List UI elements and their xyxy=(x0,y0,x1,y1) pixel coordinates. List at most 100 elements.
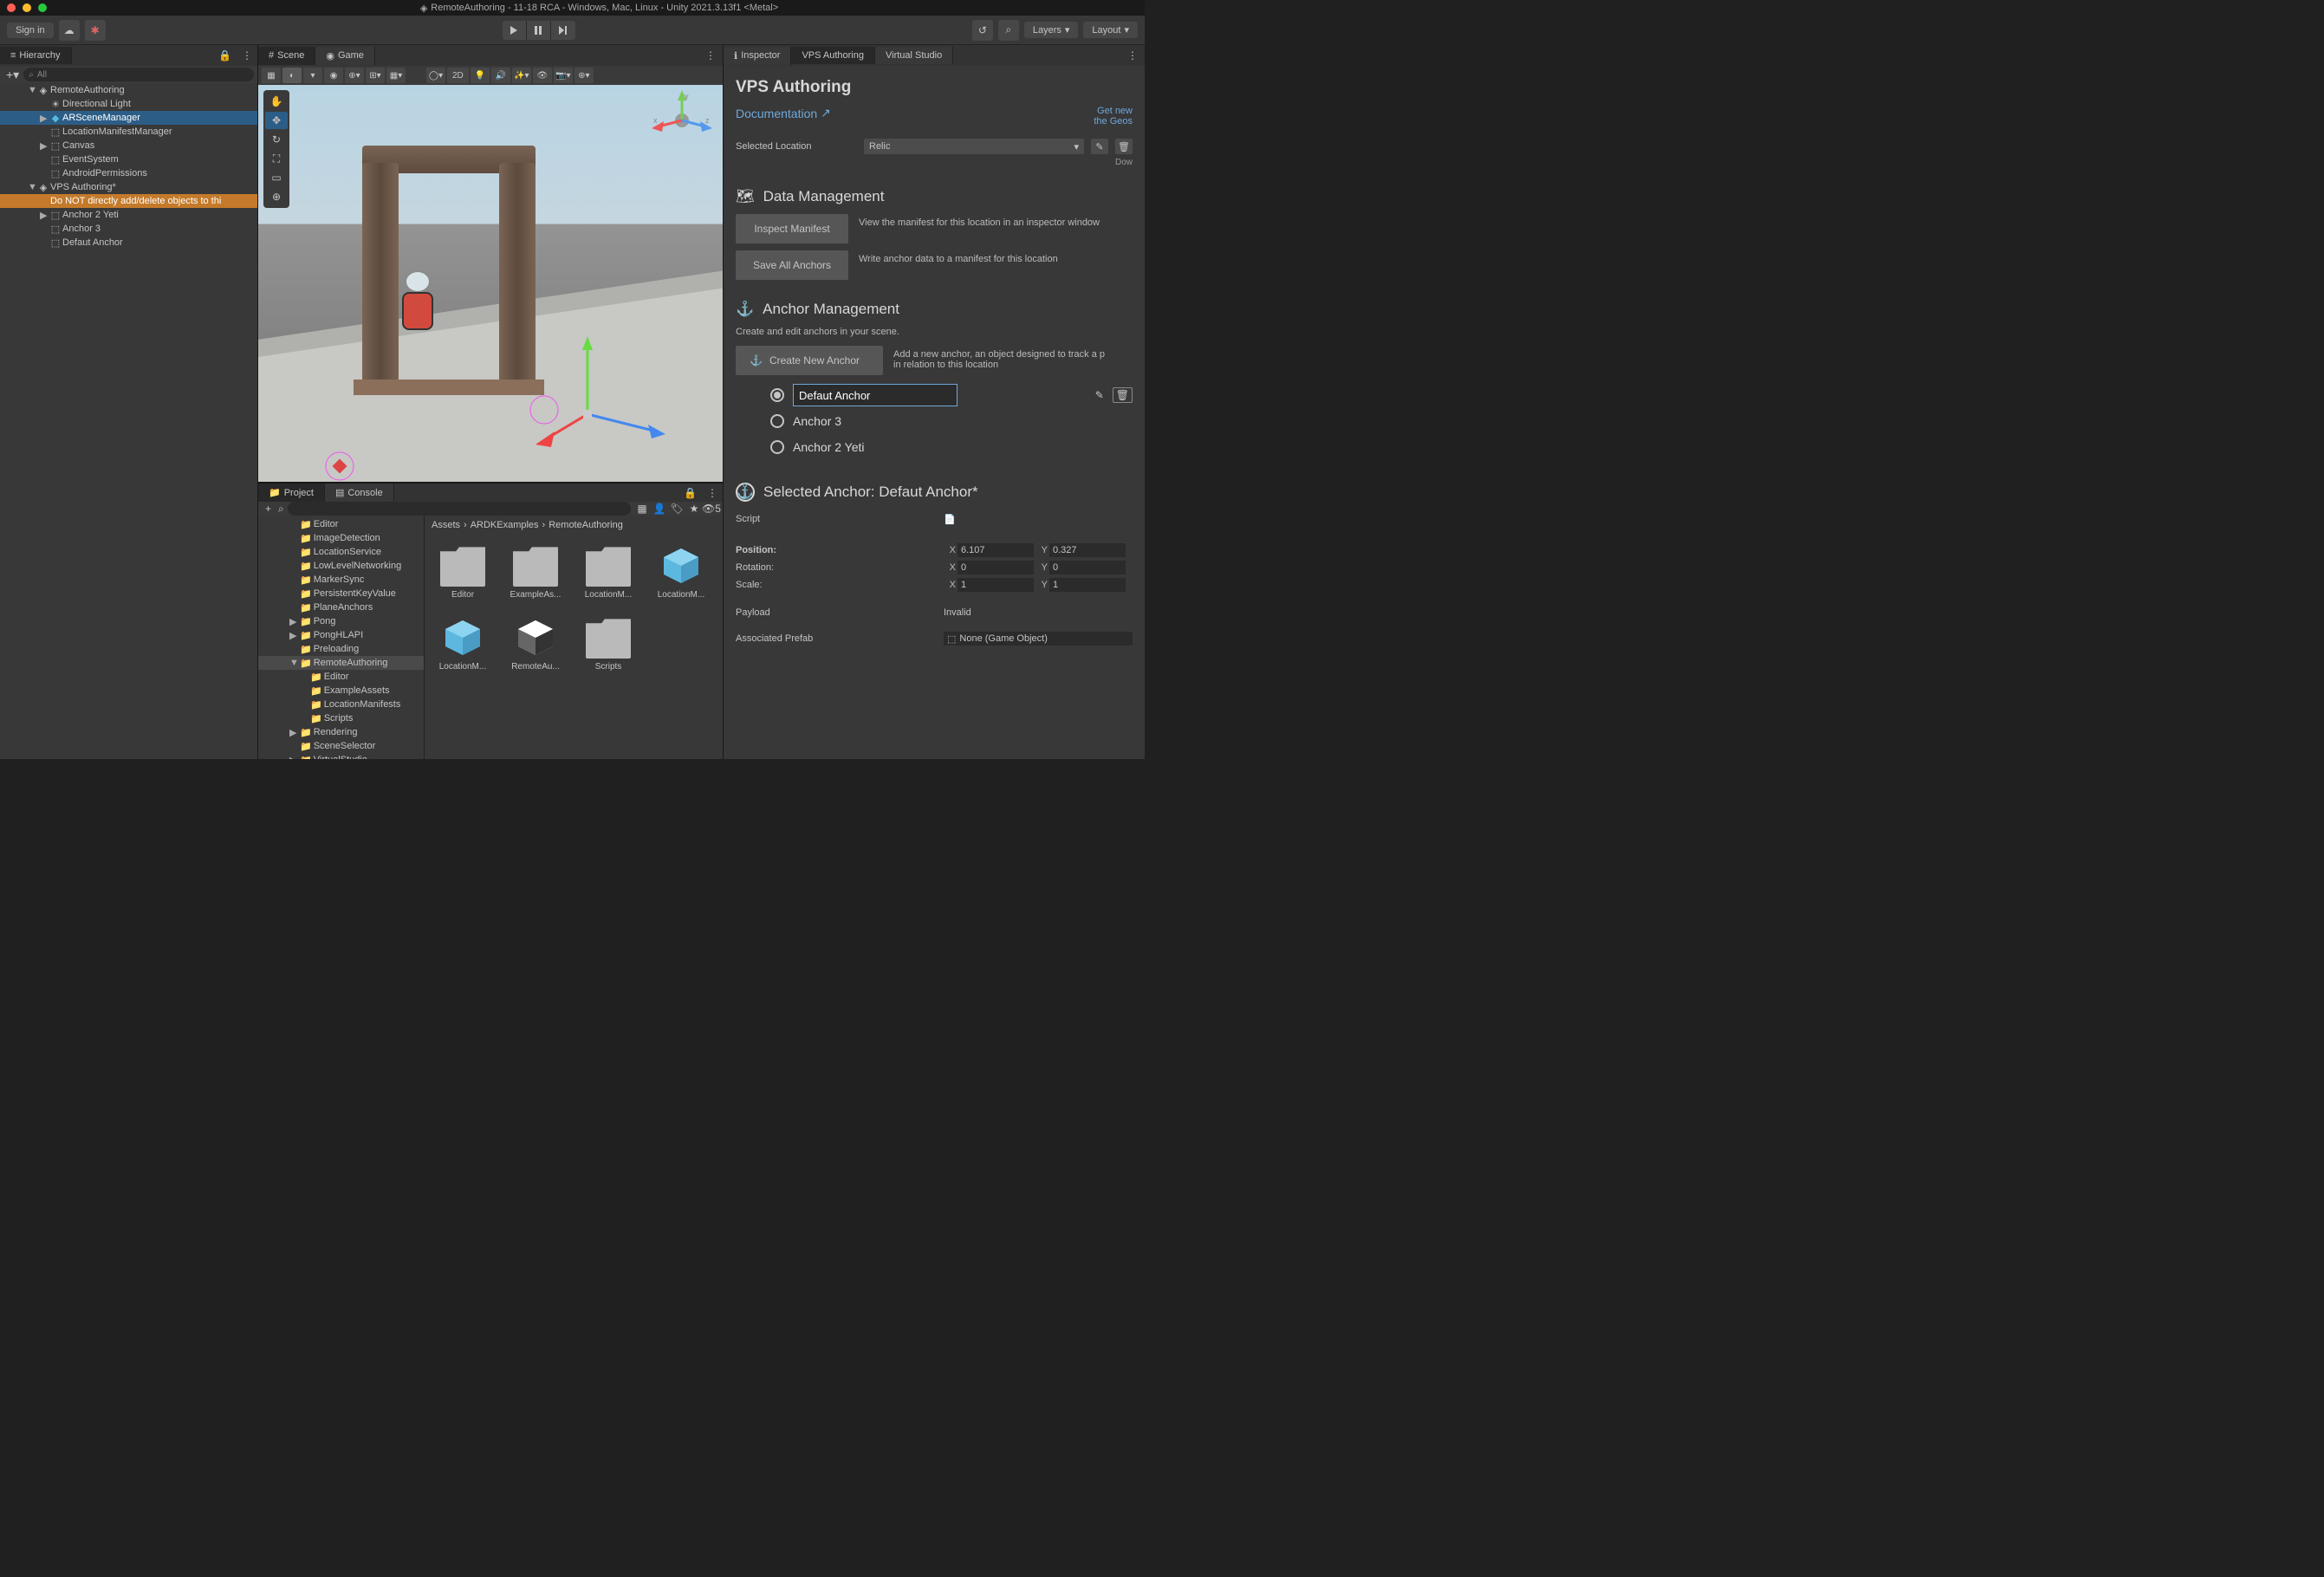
delete-anchor-icon[interactable]: 🗑 xyxy=(1113,387,1133,403)
scene-toolbar-btn[interactable]: ⊞▾ xyxy=(366,68,385,83)
scene-menu-icon[interactable]: ⋮ xyxy=(698,49,723,62)
anchor-label[interactable]: Anchor 2 Yeti xyxy=(793,440,865,454)
scene-toolbar-btn[interactable]: ◯▾ xyxy=(426,68,445,83)
position-y-input[interactable] xyxy=(1049,543,1126,557)
assoc-prefab-field[interactable]: ⬚ None (Game Object) xyxy=(944,632,1133,646)
tab-scene[interactable]: # Scene xyxy=(258,47,315,65)
layout-dropdown[interactable]: Layout▾ xyxy=(1083,22,1138,38)
tab-hierarchy[interactable]: ≡ Hierarchy xyxy=(0,47,72,64)
project-tree-item[interactable]: 📁 ImageDetection xyxy=(258,531,424,545)
sign-in-button[interactable]: Sign in xyxy=(7,23,54,38)
anchor-name-input[interactable] xyxy=(793,384,958,406)
hand-tool[interactable]: ✋ xyxy=(265,93,288,110)
project-tree-item[interactable]: 📁 SceneSelector xyxy=(258,739,424,753)
hierarchy-menu-icon[interactable]: ⋮ xyxy=(237,49,257,62)
documentation-link[interactable]: Documentation ↗ xyxy=(736,106,831,120)
hierarchy-item[interactable]: Do NOT directly add/delete objects to th… xyxy=(0,194,257,208)
anchor-radio[interactable] xyxy=(770,440,784,454)
tab-project[interactable]: 📁 Project xyxy=(258,483,325,502)
anchor-radio[interactable] xyxy=(770,388,784,402)
hierarchy-item[interactable]: ▶◆ARSceneManager xyxy=(0,111,257,125)
project-tree-item[interactable]: 📁 Preloading xyxy=(258,642,424,656)
history-icon[interactable]: ↺ xyxy=(972,20,993,41)
hierarchy-item[interactable]: ⬚EventSystem xyxy=(0,153,257,166)
inspect-manifest-button[interactable]: Inspect Manifest xyxy=(736,214,848,243)
scene-audio-toggle[interactable]: 🔊 xyxy=(491,68,510,83)
scene-toolbar-btn[interactable]: ▦ xyxy=(262,68,281,83)
anchor-radio[interactable] xyxy=(770,414,784,428)
project-filter-icon[interactable]: 🏷 xyxy=(669,502,685,516)
project-tree-item[interactable]: 📁 Editor xyxy=(258,517,424,531)
project-tree-item[interactable]: 📁 Editor xyxy=(258,670,424,684)
scene-toolbar-btn[interactable]: ◐ xyxy=(282,68,302,83)
hierarchy-item[interactable]: ☀Directional Light xyxy=(0,97,257,111)
asset-item[interactable]: LocationM... xyxy=(581,545,636,600)
scene-fx-toggle[interactable]: ✨▾ xyxy=(512,68,531,83)
project-favorite-icon[interactable]: ★ xyxy=(686,502,702,516)
inspector-menu-icon[interactable]: ⋮ xyxy=(1120,49,1145,62)
transform-tool[interactable]: ⊕ xyxy=(265,188,288,205)
move-gizmo[interactable] xyxy=(536,328,657,449)
hierarchy-item[interactable]: ▼◈RemoteAuthoring xyxy=(0,83,257,97)
edit-location-icon[interactable]: ✎ xyxy=(1091,139,1108,154)
project-filter-icon[interactable]: ▦ xyxy=(634,502,650,516)
project-tree-item[interactable]: 📁 LocationService xyxy=(258,545,424,559)
scene-gizmos-toggle[interactable]: ⊕▾ xyxy=(575,68,594,83)
location-dropdown[interactable]: Relic▾ xyxy=(864,139,1084,154)
search-icon[interactable]: ⌕ xyxy=(998,20,1019,41)
scene-toolbar-btn[interactable]: ▾ xyxy=(303,68,322,83)
project-tree-item[interactable]: 📁 Scripts xyxy=(258,711,424,725)
scale-tool[interactable]: ⛶ xyxy=(265,150,288,167)
cloud-icon[interactable]: ☁ xyxy=(59,20,80,41)
project-tree-item[interactable]: ▼📁 RemoteAuthoring xyxy=(258,656,424,670)
scene-viewport[interactable]: ✋ ✥ ↻ ⛶ ▭ ⊕ xyxy=(258,85,723,482)
move-tool[interactable]: ✥ xyxy=(265,112,288,129)
save-anchors-button[interactable]: Save All Anchors xyxy=(736,250,848,280)
scene-toolbar-btn[interactable]: ▦▾ xyxy=(386,68,406,83)
hierarchy-item[interactable]: ▶⬚Canvas xyxy=(0,139,257,153)
position-x-input[interactable] xyxy=(958,543,1034,557)
project-tree-item[interactable]: 📁 LowLevelNetworking xyxy=(258,559,424,573)
layers-dropdown[interactable]: Layers▾ xyxy=(1024,22,1079,38)
tab-inspector[interactable]: ℹ Inspector xyxy=(724,47,791,65)
tab-vps-authoring[interactable]: VPS Authoring xyxy=(791,47,875,64)
delete-location-icon[interactable]: 🗑 xyxy=(1115,139,1133,154)
tab-console[interactable]: ▤ Console xyxy=(325,483,394,502)
project-lock-icon[interactable]: 🔒 xyxy=(678,487,702,499)
scene-camera-btn[interactable]: 📷▾ xyxy=(554,68,573,83)
hierarchy-item[interactable]: ⬚LocationManifestManager xyxy=(0,125,257,139)
hierarchy-item[interactable]: ⬚AndroidPermissions xyxy=(0,166,257,180)
breadcrumb-item[interactable]: Assets xyxy=(432,520,460,530)
orientation-gizmo[interactable]: x y z xyxy=(652,90,712,151)
hierarchy-lock-icon[interactable]: 🔒 xyxy=(213,49,237,62)
project-tree-item[interactable]: ▶📁 PongHLAPI xyxy=(258,628,424,642)
asset-item[interactable]: LocationM... xyxy=(435,617,490,672)
close-window-icon[interactable] xyxy=(7,3,16,12)
project-menu-icon[interactable]: ⋮ xyxy=(702,487,723,499)
project-search[interactable] xyxy=(288,502,631,516)
pause-button[interactable] xyxy=(527,21,551,40)
scene-toolbar-btn[interactable]: ◉ xyxy=(324,68,343,83)
project-hidden-icon[interactable]: 👁5 xyxy=(704,502,719,516)
maximize-window-icon[interactable] xyxy=(38,3,47,12)
project-add-button[interactable]: + xyxy=(262,503,275,515)
edit-anchor-icon[interactable]: ✎ xyxy=(1095,389,1104,401)
create-anchor-button[interactable]: ⚓ Create New Anchor xyxy=(736,346,883,375)
rotation-y-input[interactable] xyxy=(1049,561,1126,574)
project-tree-item[interactable]: ▶📁 Rendering xyxy=(258,725,424,739)
hierarchy-item[interactable]: ▼◈VPS Authoring* xyxy=(0,180,257,194)
hierarchy-item[interactable]: ⬚Defaut Anchor xyxy=(0,236,257,250)
rect-tool[interactable]: ▭ xyxy=(265,169,288,186)
scene-2d-toggle[interactable]: 2D xyxy=(447,68,469,83)
play-button[interactable] xyxy=(503,21,527,40)
scale-x-input[interactable] xyxy=(958,578,1034,592)
rotate-tool[interactable]: ↻ xyxy=(265,131,288,148)
project-tree-item[interactable]: 📁 MarkerSync xyxy=(258,573,424,587)
project-tree-item[interactable]: ▶📁 VirtualStudio xyxy=(258,753,424,759)
asset-item[interactable]: RemoteAu... xyxy=(508,617,563,672)
hierarchy-item[interactable]: ⬚Anchor 3 xyxy=(0,222,257,236)
hierarchy-item[interactable]: ▶⬚Anchor 2 Yeti xyxy=(0,208,257,222)
scale-y-input[interactable] xyxy=(1049,578,1126,592)
asset-item[interactable]: LocationM... xyxy=(653,545,709,600)
scene-hidden-toggle[interactable]: 👁 xyxy=(533,68,552,83)
